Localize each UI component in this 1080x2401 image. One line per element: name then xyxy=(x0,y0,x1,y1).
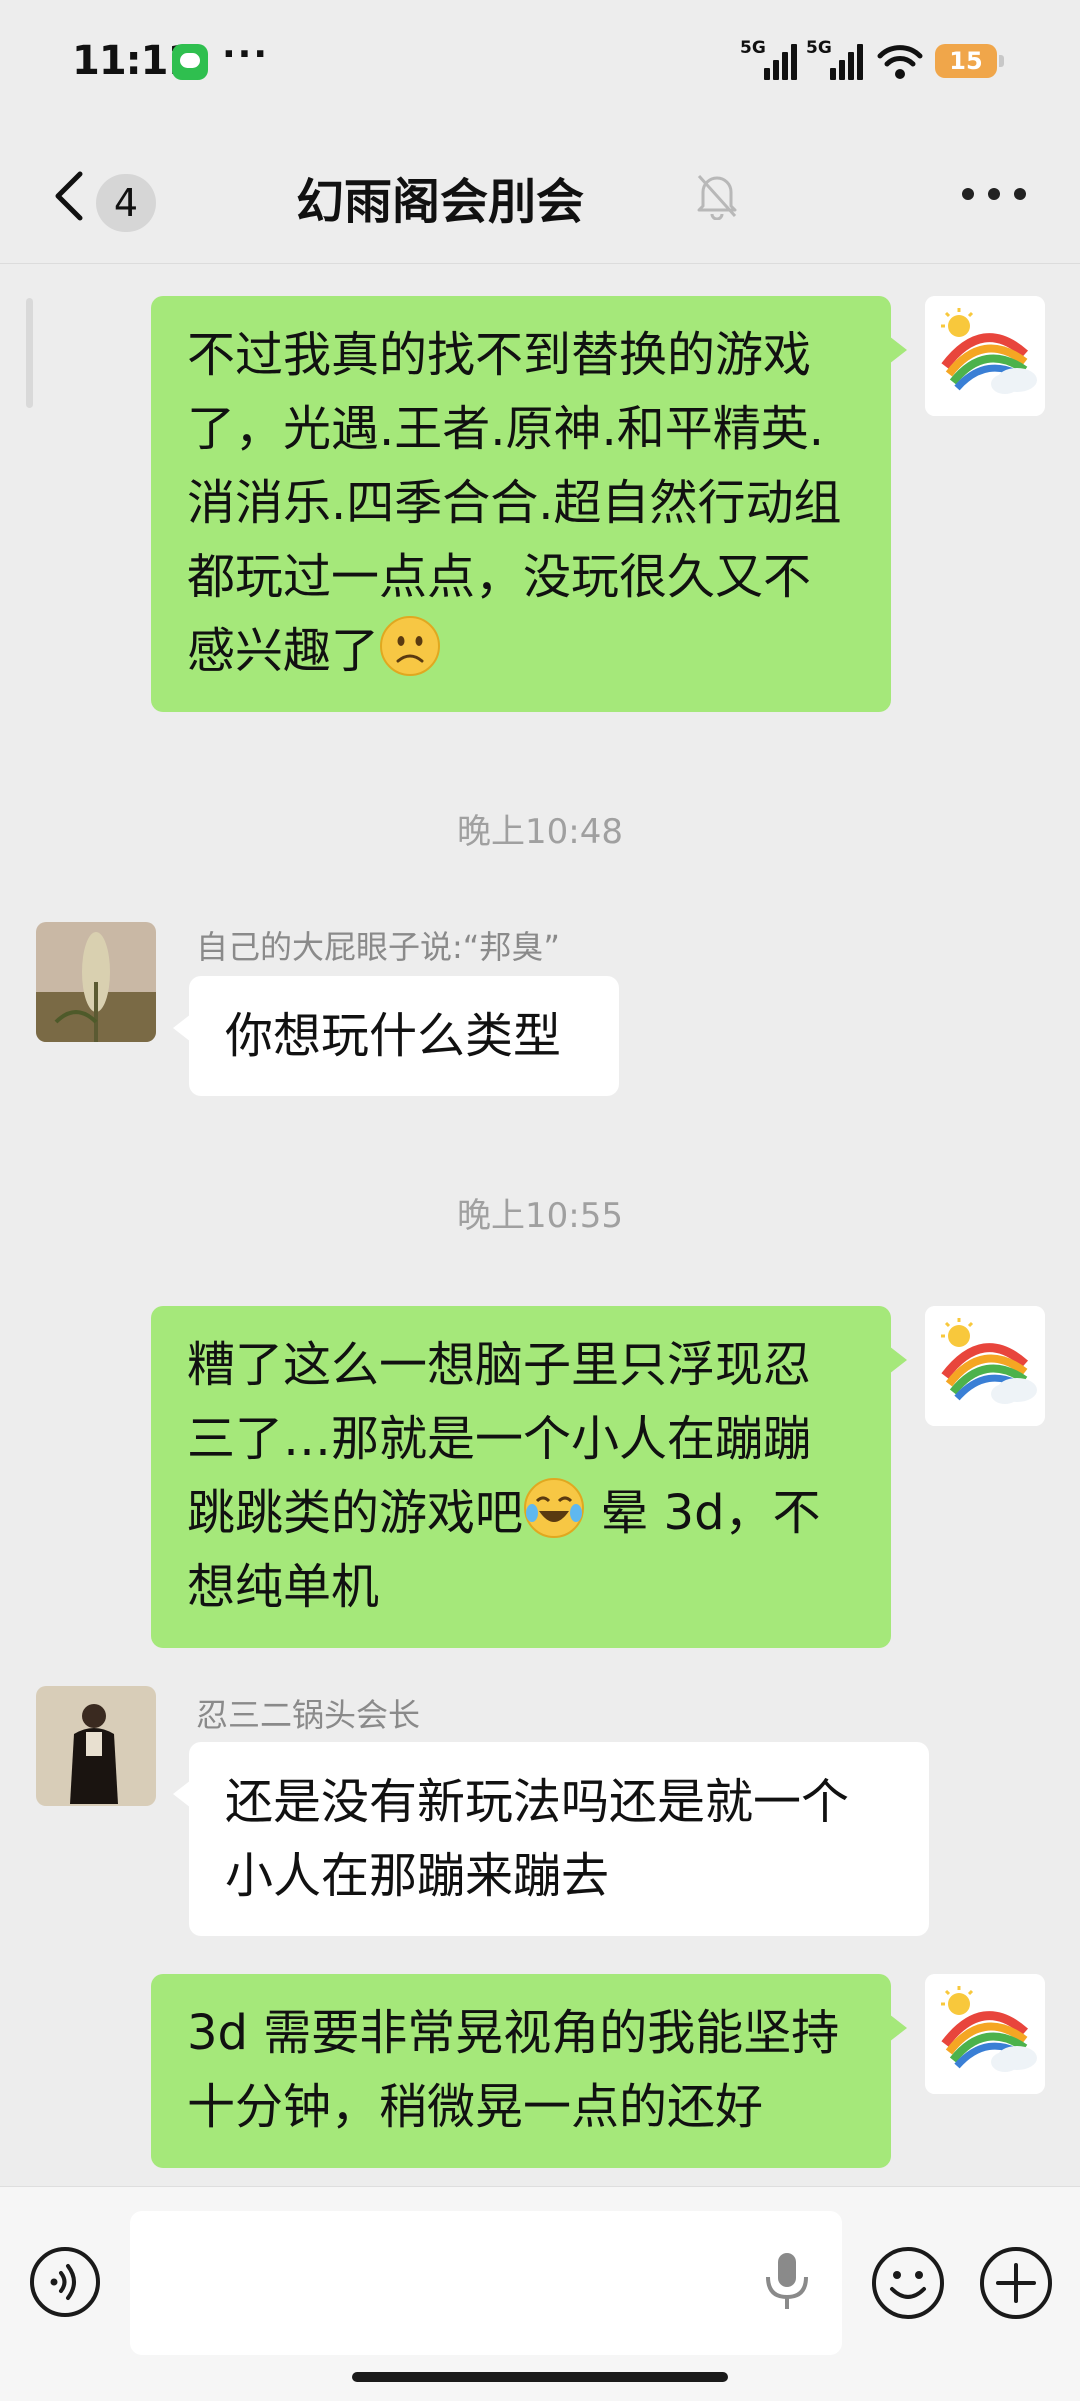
my-avatar[interactable] xyxy=(925,1974,1045,2094)
battery-indicator: 15 xyxy=(935,44,1004,78)
mute-bell-icon xyxy=(697,174,737,220)
crying-laughing-emoji-icon xyxy=(524,1478,585,1538)
my-avatar[interactable] xyxy=(925,296,1045,416)
person-photo-avatar-icon xyxy=(36,1686,156,1806)
message-input[interactable] xyxy=(130,2211,842,2355)
message-line: 消消乐.四季合合.超自然行动组 xyxy=(187,475,842,531)
emoji-icon[interactable] xyxy=(870,2245,946,2321)
my-message-bubble[interactable]: 3d 需要非常晃视角的我能坚持 十分钟，稍微晃一点的还好 xyxy=(151,1974,907,2168)
status-bar: 11:11 ··· 5G 5G 15 xyxy=(0,0,1080,130)
received-message-bubble[interactable]: 你想玩什么类型 xyxy=(173,976,619,1096)
scrollbar[interactable] xyxy=(26,298,33,408)
chat-title[interactable]: 幻雨阁会刖会 xyxy=(220,162,660,232)
message-line: 都玩过一点点，没玩很久又不 xyxy=(187,549,812,605)
received-message-bubble[interactable]: 还是没有新玩法吗还是就一个 小人在那蹦来蹦去 xyxy=(173,1742,929,1936)
home-indicator[interactable] xyxy=(352,2372,728,2382)
sender-name: 忍三二锅头会长 xyxy=(196,1696,421,1734)
plus-icon[interactable] xyxy=(978,2245,1054,2321)
my-message-bubble[interactable]: 糟了这么一想脑子里只浮现忍 三了…那就是一个小人在蹦蹦 跳跳类的游戏吧 晕 3d… xyxy=(151,1306,907,1648)
grass-photo-avatar-icon xyxy=(36,922,156,1042)
rainbow-icon xyxy=(925,1974,1045,2094)
signal-1-label: 5G xyxy=(740,38,766,58)
sender-name: 自己的大屁眼子说:“邦臭” xyxy=(196,928,560,966)
wifi-icon xyxy=(877,45,923,79)
frowning-face-emoji-icon xyxy=(380,616,441,676)
cellular-signal-1-icon: 5G xyxy=(740,38,800,80)
rainbow-icon xyxy=(925,296,1045,416)
header-divider xyxy=(0,263,1080,264)
message-line: 小人在那蹦来蹦去 xyxy=(225,1848,610,1904)
message-line: 想纯单机 xyxy=(187,1559,380,1615)
message-line: 跳跳类的游戏吧 晕 3d，不 xyxy=(187,1476,855,1550)
sender-avatar[interactable] xyxy=(36,1686,156,1806)
my-message-bubble[interactable]: 不过我真的找不到替换的游戏 了，光遇.王者.原神.和平精英. 消消乐.四季合合.… xyxy=(151,296,907,712)
message-notification-icon xyxy=(172,44,208,80)
message-line: 不过我真的找不到替换的游戏 xyxy=(187,327,812,383)
message-line: 感兴趣了 xyxy=(187,614,855,688)
message-line: 了，光遇.王者.原神.和平精英. xyxy=(187,401,825,457)
voice-mode-icon[interactable] xyxy=(28,2245,102,2319)
more-options-button[interactable] xyxy=(962,188,1032,204)
microphone-icon[interactable] xyxy=(760,2249,814,2313)
sender-avatar[interactable] xyxy=(36,922,156,1042)
signal-2-label: 5G xyxy=(806,38,832,58)
message-line: 你想玩什么类型 xyxy=(225,1008,562,1064)
cellular-signal-2-icon: 5G xyxy=(806,38,866,80)
message-line: 三了…那就是一个小人在蹦蹦 xyxy=(187,1411,812,1467)
message-line: 3d 需要非常晃视角的我能坚持 xyxy=(187,2005,840,2061)
unread-count-badge[interactable]: 4 xyxy=(96,174,156,232)
rainbow-icon xyxy=(925,1306,1045,1426)
my-avatar[interactable] xyxy=(925,1306,1045,1426)
message-input-bar xyxy=(0,2186,1080,2401)
more-notifications-icon: ··· xyxy=(222,34,270,75)
message-line: 十分钟，稍微晃一点的还好 xyxy=(187,2079,764,2135)
back-arrow-icon[interactable] xyxy=(46,168,96,224)
message-line: 还是没有新玩法吗还是就一个 xyxy=(225,1774,850,1830)
message-line: 糟了这么一想脑子里只浮现忍 xyxy=(187,1337,812,1393)
chat-header: 4 幻雨阁会刖会 xyxy=(0,140,1080,250)
timestamp: 晚上10:48 xyxy=(457,812,623,852)
timestamp: 晚上10:55 xyxy=(457,1196,623,1236)
